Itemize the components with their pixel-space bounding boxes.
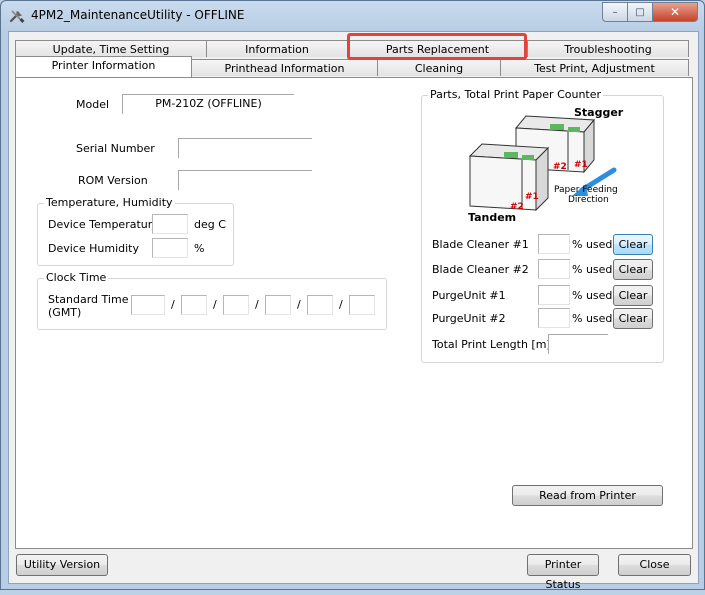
purge-unit-2-label: PurgeUnit #2 [432, 312, 506, 325]
device-humidity-label: Device Humidity [48, 242, 139, 255]
title-bar[interactable]: 4PM2_MaintenanceUtility - OFFLINE – □ ✕ [1, 1, 704, 31]
stagger-label: Stagger [574, 106, 624, 119]
temperature-humidity-group: Temperature, Humidity Device Temperature… [37, 196, 234, 266]
tab-label: Update, Time Setting [52, 43, 170, 56]
clear-purge-unit-2-button[interactable]: Clear [613, 308, 653, 329]
tab-printer-information[interactable]: Printer Information [15, 56, 192, 77]
tab-update-time-setting[interactable]: Update, Time Setting [15, 40, 207, 57]
tab-printhead-information[interactable]: Printhead Information [191, 59, 378, 76]
utility-version-button[interactable]: Utility Version [16, 554, 108, 576]
tab-test-print-adjustment[interactable]: Test Print, Adjustment [500, 59, 689, 76]
clock-separator: / [213, 298, 217, 311]
minimize-button[interactable]: – [602, 2, 628, 22]
standard-time-label: Standard Time [48, 293, 129, 306]
purge-unit-2-field [538, 308, 570, 328]
blade-cleaner-2-label: Blade Cleaner #2 [432, 263, 529, 276]
close-icon: ✕ [669, 5, 681, 19]
paper-feeding-label: Paper Feeding [554, 185, 618, 195]
blade-cleaner-1-unit: % used [572, 238, 613, 251]
tab-label: Printhead Information [224, 62, 345, 75]
tab-cleaning[interactable]: Cleaning [377, 59, 501, 76]
clock-time-group: Clock Time Standard Time (GMT) / / / / / [37, 271, 387, 330]
parts-counter-group: Parts, Total Print Paper Counter Stagger… [421, 88, 664, 363]
printer-information-page: Model PM-210Z (OFFLINE) Serial Number RO… [15, 77, 693, 549]
client-area: Update, Time Setting Information Parts R… [8, 31, 699, 591]
printer-status-button[interactable]: Printer Status [527, 554, 599, 591]
stagger-unit-2-label: #2 [553, 162, 567, 172]
tandem-unit-1-label: #1 [525, 192, 539, 202]
total-print-length-label: Total Print Length [m] [432, 338, 551, 351]
device-temperature-field [152, 214, 188, 234]
purge-unit-2-unit: % used [572, 312, 613, 325]
tandem-unit-2-label: #2 [510, 202, 524, 212]
clock-time-title: Clock Time [44, 271, 109, 284]
device-humidity-unit: % [194, 242, 205, 255]
serial-number-label: Serial Number [76, 142, 155, 155]
window-title: 4PM2_MaintenanceUtility - OFFLINE [31, 8, 245, 22]
temperature-humidity-title: Temperature, Humidity [44, 196, 175, 209]
rom-version-field [178, 170, 312, 190]
blade-cleaner-2-unit: % used [572, 263, 613, 276]
tab-label: Troubleshooting [564, 43, 652, 56]
clock-separator: / [339, 298, 343, 311]
total-print-length-field [548, 334, 608, 354]
model-field: PM-210Z (OFFLINE) [122, 94, 294, 114]
clear-blade-cleaner-2-button[interactable]: Clear [613, 259, 653, 280]
maximize-button[interactable]: □ [628, 2, 653, 22]
maximize-icon: □ [635, 6, 645, 18]
close-window-button[interactable]: ✕ [653, 2, 698, 22]
tools-icon [9, 8, 25, 24]
tab-troubleshooting[interactable]: Troubleshooting [527, 40, 689, 57]
clock-day-field [223, 295, 249, 315]
serial-number-field [178, 138, 312, 158]
stagger-unit-1-label: #1 [574, 160, 588, 170]
close-button[interactable]: Close [618, 554, 691, 576]
clock-year-field [131, 295, 165, 315]
rom-version-label: ROM Version [78, 174, 148, 187]
clear-purge-unit-1-button[interactable]: Clear [613, 285, 653, 306]
tab-label: Information [245, 43, 309, 56]
model-label: Model [76, 98, 110, 111]
clock-hour-field [265, 295, 291, 315]
clock-separator: / [297, 298, 301, 311]
tab-highlight-box [347, 33, 527, 60]
standard-time-gmt-label: (GMT) [48, 306, 82, 319]
device-temperature-unit: deg C [194, 218, 226, 231]
clock-separator: / [255, 298, 259, 311]
purge-unit-1-field [538, 285, 570, 305]
minimize-icon: – [612, 6, 618, 18]
clear-blade-cleaner-1-button[interactable]: Clear [613, 234, 653, 255]
clock-month-field [181, 295, 207, 315]
blade-cleaner-1-field [538, 234, 570, 254]
tab-information[interactable]: Information [206, 40, 348, 57]
blade-cleaner-2-field [538, 259, 570, 279]
printhead-layout-diagram: Stagger Tandem Paper Feeding Direction #… [464, 106, 624, 224]
device-humidity-field [152, 238, 188, 258]
blade-cleaner-1-label: Blade Cleaner #1 [432, 238, 529, 251]
main-window: 4PM2_MaintenanceUtility - OFFLINE – □ ✕ … [0, 0, 705, 591]
clock-second-field [349, 295, 375, 315]
tab-label: Printer Information [51, 59, 156, 72]
tandem-label: Tandem [468, 211, 517, 224]
tab-label: Cleaning [414, 62, 464, 75]
clock-minute-field [307, 295, 333, 315]
clock-separator: / [171, 298, 175, 311]
parts-counter-title: Parts, Total Print Paper Counter [428, 88, 604, 101]
device-temperature-label: Device Temperature [48, 218, 159, 231]
read-from-printer-button[interactable]: Read from Printer [512, 485, 663, 506]
direction-label: Direction [568, 195, 609, 205]
tab-label: Test Print, Adjustment [534, 62, 655, 75]
purge-unit-1-label: PurgeUnit #1 [432, 289, 506, 302]
purge-unit-1-unit: % used [572, 289, 613, 302]
